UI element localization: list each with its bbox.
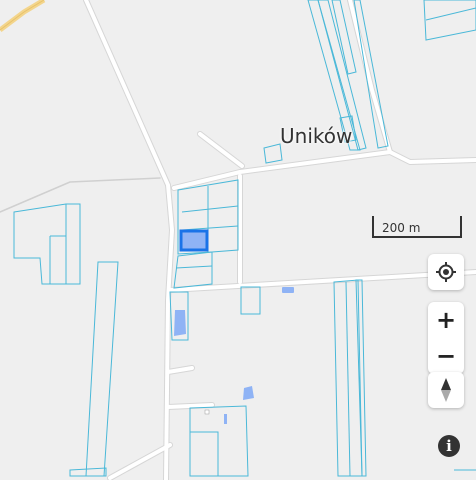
locate-button[interactable]: [428, 254, 464, 290]
zoom-out-button[interactable]: −: [428, 338, 464, 374]
zoom-controls: + −: [428, 302, 464, 374]
place-label: Uników: [280, 124, 353, 148]
zoom-in-button[interactable]: +: [428, 302, 464, 338]
parcel-outlines: [13, 0, 476, 477]
crosshair-icon: [436, 262, 456, 282]
scale-bar: 200 m: [372, 216, 462, 238]
info-button[interactable]: i: [438, 435, 460, 457]
scale-label: 200 m: [382, 221, 421, 235]
map-canvas[interactable]: [0, 0, 476, 480]
selected-parcel: [179, 229, 209, 252]
compass-icon: [441, 378, 451, 402]
compass-button[interactable]: [428, 372, 464, 408]
